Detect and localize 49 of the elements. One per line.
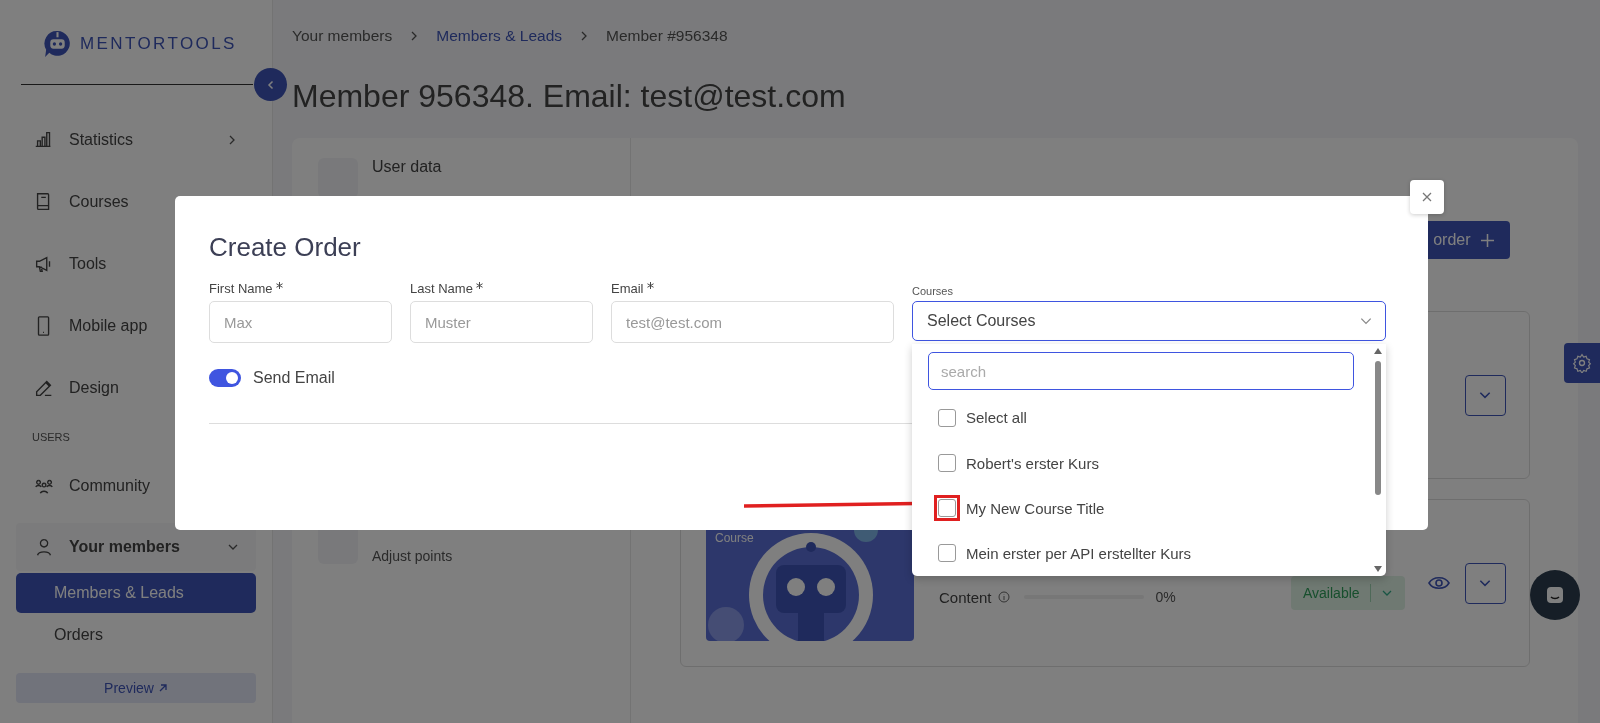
progress-reading: 0%: [1155, 589, 1176, 605]
course-option[interactable]: Robert's erster Kurs: [966, 454, 1099, 472]
nav-item[interactable]: Community: [0, 455, 272, 517]
course-tag: Course: [715, 531, 754, 545]
external-link-icon: [157, 683, 168, 693]
toggle-label: Send Email: [253, 369, 335, 387]
page-title: Member 956348. Email: test@test.com: [292, 78, 847, 116]
section-title[interactable]: User data: [372, 158, 442, 176]
section-icon: [318, 158, 358, 198]
nav-item[interactable]: Your members: [16, 523, 256, 571]
field-label: First Name: [209, 281, 273, 296]
section-label: USERS: [31, 430, 71, 445]
plus-icon: [1480, 233, 1494, 247]
input-field[interactable]: test@test.com: [611, 301, 894, 343]
nav-item[interactable]: Courses: [0, 171, 272, 233]
content-label: Content: [939, 588, 992, 606]
breadcrumb-item[interactable]: Members & Leads: [436, 27, 562, 45]
course-option[interactable]: Mein erster per API erstellter Kurs: [966, 544, 1192, 562]
breadcrumb-item: Your members: [292, 27, 393, 45]
checkbox[interactable]: [938, 544, 956, 563]
nav-subitem[interactable]: Orders: [16, 615, 256, 655]
courses-select[interactable]: Select Courses: [912, 301, 1386, 341]
course-option[interactable]: Select all: [966, 409, 1027, 427]
checkbox[interactable]: [938, 454, 956, 473]
expand-button[interactable]: [1464, 562, 1506, 604]
checkbox[interactable]: [938, 408, 956, 427]
input-field[interactable]: Max: [209, 301, 392, 343]
expand-button[interactable]: [1464, 374, 1506, 416]
settings-button[interactable]: [1564, 343, 1600, 383]
close-icon: [1421, 191, 1433, 203]
send-email-toggle[interactable]: [209, 369, 241, 387]
field-label: Email: [611, 281, 644, 296]
close-button[interactable]: [1410, 180, 1444, 214]
search-field[interactable]: search: [928, 352, 1354, 391]
status-dropdown[interactable]: Available: [1291, 576, 1405, 610]
nav-subitem[interactable]: Members & Leads: [16, 573, 256, 613]
field-label: Last Name: [410, 281, 473, 296]
breadcrumb-item: Member #956348: [606, 27, 728, 45]
section-subtitle: Adjust points: [372, 548, 453, 564]
preview-button[interactable]: Preview: [16, 673, 256, 703]
input-field[interactable]: Muster: [410, 301, 593, 343]
course-option[interactable]: My New Course Title: [966, 499, 1105, 517]
collapse-sidebar-button[interactable]: [254, 68, 287, 101]
logo-text: MENTORTOOLS: [80, 34, 237, 54]
settings-icon: [1572, 353, 1592, 373]
nav-item[interactable]: Statistics: [0, 109, 272, 171]
field-label: Courses: [912, 284, 954, 296]
dialog-title: Create Order: [209, 232, 362, 264]
info-icon: [997, 591, 1010, 603]
